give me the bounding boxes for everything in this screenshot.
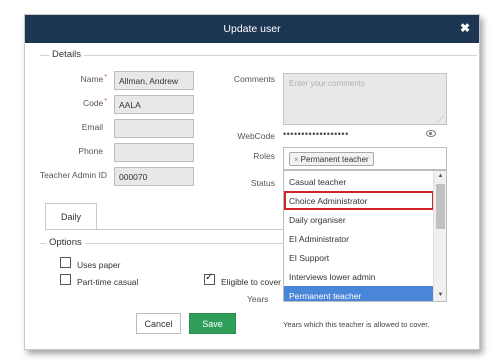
roles-label: Roles	[253, 151, 275, 161]
tab-divider	[45, 229, 283, 230]
roles-multiselect[interactable]: × Permanent teacher	[283, 147, 447, 170]
save-button[interactable]: Save	[189, 313, 236, 334]
scroll-down-icon[interactable]: ▼	[434, 290, 446, 301]
phone-field[interactable]	[114, 143, 194, 162]
role-option-ei-administrator[interactable]: EI Administrator	[284, 229, 434, 248]
roles-dropdown-list[interactable]: Casual teacher Choice Administrator Dail…	[283, 170, 447, 302]
email-label: Email	[81, 122, 103, 132]
code-label: Code*	[82, 98, 107, 108]
comments-textarea[interactable]: Enter your comments ⋰	[283, 73, 447, 125]
teacher-admin-id-field[interactable]: 000070	[114, 167, 194, 186]
dialog-title: Update user	[223, 23, 281, 35]
years-label: Years	[247, 294, 269, 304]
role-option-permanent-teacher[interactable]: Permanent teacher	[284, 286, 434, 301]
role-option-daily-organiser[interactable]: Daily organiser	[284, 210, 434, 229]
scroll-up-icon[interactable]: ▲	[434, 171, 446, 182]
dialog-titlebar: Update user ✖	[25, 15, 479, 43]
eligible-to-cover-checkbox[interactable]	[204, 272, 215, 285]
name-field[interactable]: Allman, Andrew	[114, 71, 194, 90]
scrollbar-thumb[interactable]	[436, 184, 445, 229]
webcode-label: WebCode	[237, 131, 275, 141]
part-time-casual-label: Part-time casual	[77, 277, 139, 287]
cancel-button[interactable]: Cancel	[136, 313, 181, 334]
role-option-ei-support[interactable]: EI Support	[284, 248, 434, 267]
comments-label: Comments	[233, 74, 275, 84]
teacher-admin-id-label: Teacher Admin ID	[39, 170, 107, 180]
role-option-choice-administrator[interactable]: Choice Administrator	[284, 191, 434, 210]
uses-paper-checkbox[interactable]	[60, 257, 71, 268]
close-icon[interactable]: ✖	[460, 21, 470, 35]
role-option-interviews-lower-admin[interactable]: Interviews lower admin	[284, 267, 434, 286]
name-label: Name*	[80, 74, 107, 84]
status-label: Status	[250, 178, 275, 188]
eligible-to-cover-label: Eligible to cover	[221, 277, 282, 287]
role-option-casual-teacher[interactable]: Casual teacher	[284, 172, 434, 191]
role-tag-permanent-teacher: × Permanent teacher	[289, 152, 374, 166]
code-field[interactable]: AALA	[114, 95, 194, 114]
role-tag-label: Permanent teacher	[300, 155, 369, 164]
dropdown-scrollbar[interactable]: ▲ ▼	[433, 171, 446, 301]
webcode-value: ••••••••••••••••••	[283, 129, 349, 139]
uses-paper-label: Uses paper	[77, 260, 121, 270]
update-user-dialog: Update user ✖ Details Name* Code* Email …	[24, 14, 480, 350]
part-time-casual-checkbox[interactable]	[60, 274, 71, 285]
details-legend: Details	[49, 49, 85, 60]
resize-grip-icon[interactable]: ⋰	[437, 115, 444, 123]
comments-placeholder: Enter your comments	[289, 79, 366, 88]
phone-label: Phone	[78, 146, 103, 156]
tab-daily[interactable]: Daily	[45, 203, 97, 229]
eye-icon[interactable]	[426, 130, 436, 137]
years-help-text: Years which this teacher is allowed to c…	[283, 320, 430, 329]
options-legend: Options	[46, 237, 85, 248]
remove-tag-icon[interactable]: ×	[294, 155, 299, 164]
email-field[interactable]	[114, 119, 194, 138]
